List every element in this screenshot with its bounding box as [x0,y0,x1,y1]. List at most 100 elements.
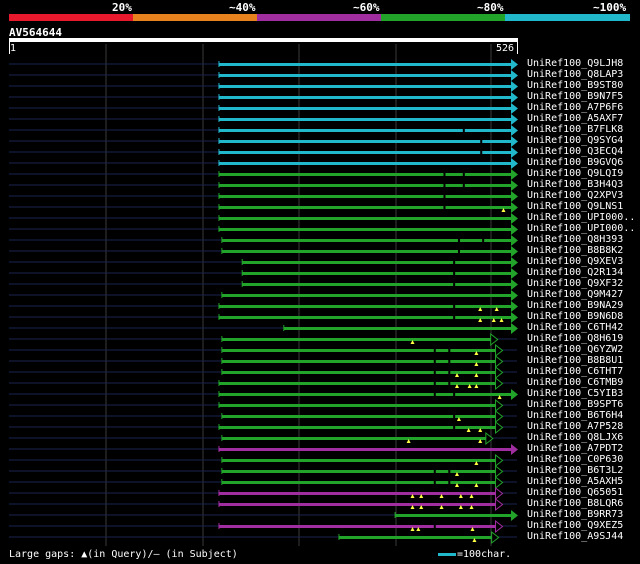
hit-arrow-open [495,486,504,501]
hit-link[interactable]: UniRef100_Q9M427 [527,289,623,300]
scale-text: =100char. [457,549,512,560]
hit-link[interactable]: UniRef100_C6THT7 [527,366,623,377]
hit-link[interactable]: UniRef100_C6TH42 [527,322,623,333]
subject-gap [453,415,456,418]
hit-bar [218,305,511,308]
hit-link[interactable]: UniRef100_B7FLK8 [527,124,623,135]
hit-arrow [511,290,518,301]
hit-bar [218,195,511,198]
hit-link[interactable]: UniRef100_Q6YZW2 [527,344,623,355]
hit-bar [218,393,511,396]
hit-arrow [511,224,518,235]
hit-arrow-open [491,530,500,545]
hit-link[interactable]: UniRef100_C5YIB3 [527,388,623,399]
hit-bar [242,261,511,264]
hit-link[interactable]: UniRef100_Q8LAP3 [527,69,623,80]
hit-arrow-open [495,519,504,534]
hit-bar [221,481,496,484]
hit-arrow [511,114,518,125]
hit-link[interactable]: UniRef100_Q2R134 [527,267,623,278]
hit-bar [218,404,496,407]
hit-bar [218,184,511,187]
subject-gap [448,371,451,374]
hit-link[interactable]: UniRef100_A7PDT2 [527,443,623,454]
hit-link[interactable]: UniRef100_B9SPT6 [527,399,623,410]
hit-link[interactable]: UniRef100_Q9XF32 [527,278,623,289]
hit-arrow [511,312,518,323]
hit-link[interactable]: UniRef100_UPI000.. [527,212,635,223]
subject-gap [433,470,436,473]
hit-link[interactable]: UniRef100_B9N7F5 [527,91,623,102]
hit-bar [218,503,496,506]
hit-arrow [511,59,518,70]
hit-link[interactable]: UniRef100_A7P528 [527,421,623,432]
subject-gap [457,239,460,242]
subject-gap [448,382,451,385]
hit-link[interactable]: UniRef100_B8LQR6 [527,498,623,509]
hit-link[interactable]: UniRef100_UPI000.. [527,223,635,234]
hit-bar [242,283,511,286]
hit-bar [218,382,496,385]
hit-link[interactable]: UniRef100_B8B8U1 [527,355,623,366]
hit-bar [242,272,511,275]
subject-gap [443,173,446,176]
hit-link[interactable]: UniRef100_A9SJ44 [527,531,623,542]
hit-link[interactable]: UniRef100_B9ST80 [527,80,623,91]
hit-link[interactable]: UniRef100_B9GVQ6 [527,157,623,168]
hit-arrow [511,92,518,103]
hit-link[interactable]: UniRef100_A7P6F6 [527,102,623,113]
hit-arrow [511,257,518,268]
hit-arrow-open [495,497,504,512]
subject-gap [453,261,456,264]
hit-link[interactable]: UniRef100_Q2XPV3 [527,190,623,201]
hit-bar [218,217,511,220]
hit-bar [218,63,511,66]
hit-link[interactable]: UniRef100_Q65051 [527,487,623,498]
hit-link[interactable]: UniRef100_Q9SYG4 [527,135,623,146]
hit-link[interactable]: UniRef100_C0P630 [527,454,623,465]
hit-bar [338,536,492,539]
hit-arrow [511,169,518,180]
hit-link[interactable]: UniRef100_Q8LJX6 [527,432,623,443]
hit-bar [218,162,511,165]
hit-arrow-open [495,453,504,468]
hit-link[interactable]: UniRef100_Q8H393 [527,234,623,245]
hit-link[interactable]: UniRef100_A5AXF7 [527,113,623,124]
hit-arrow [511,323,518,334]
hit-arrow-open [495,475,504,490]
scale-bar [438,552,456,556]
subject-gap [453,283,456,286]
hit-link[interactable]: UniRef100_Q8H619 [527,333,623,344]
hit-link[interactable]: UniRef100_B6T6H4 [527,410,623,421]
subject-gap [433,393,436,396]
hit-link[interactable]: UniRef100_C6TMB9 [527,377,623,388]
hit-link[interactable]: UniRef100_Q9LQI9 [527,168,623,179]
subject-gap [448,470,451,473]
hit-link[interactable]: UniRef100_Q9XEZ5 [527,520,623,531]
hit-bar [218,85,511,88]
hit-link[interactable]: UniRef100_Q9XEV3 [527,256,623,267]
hit-link[interactable]: UniRef100_Q3ECQ4 [527,146,623,157]
hit-bar [221,349,496,352]
hit-arrow-open [495,398,504,413]
scale-legend: =100char. [438,549,511,560]
hit-link[interactable]: UniRef100_B8B8K2 [527,245,623,256]
hit-link[interactable]: UniRef100_A5AXH5 [527,476,623,487]
subject-gap [480,140,483,143]
hit-arrow [511,125,518,136]
hit-link[interactable]: UniRef100_B6T3L2 [527,465,623,476]
hit-bar [221,459,496,462]
hit-link[interactable]: UniRef100_Q9LJH8 [527,58,623,69]
hit-link[interactable]: UniRef100_B9N6D8 [527,311,623,322]
hit-arrow [511,301,518,312]
hit-link[interactable]: UniRef100_B3H4Q3 [527,179,623,190]
hit-arrow-open [490,332,499,347]
hit-arrow-open [495,420,504,435]
hit-bar [221,437,486,440]
hit-bar [221,294,511,297]
subject-gap [453,393,456,396]
hit-link[interactable]: UniRef100_B9NA29 [527,300,623,311]
hit-link[interactable]: UniRef100_Q9LNS1 [527,201,623,212]
hit-link[interactable]: UniRef100_B9RR73 [527,509,623,520]
hit-arrow [511,147,518,158]
